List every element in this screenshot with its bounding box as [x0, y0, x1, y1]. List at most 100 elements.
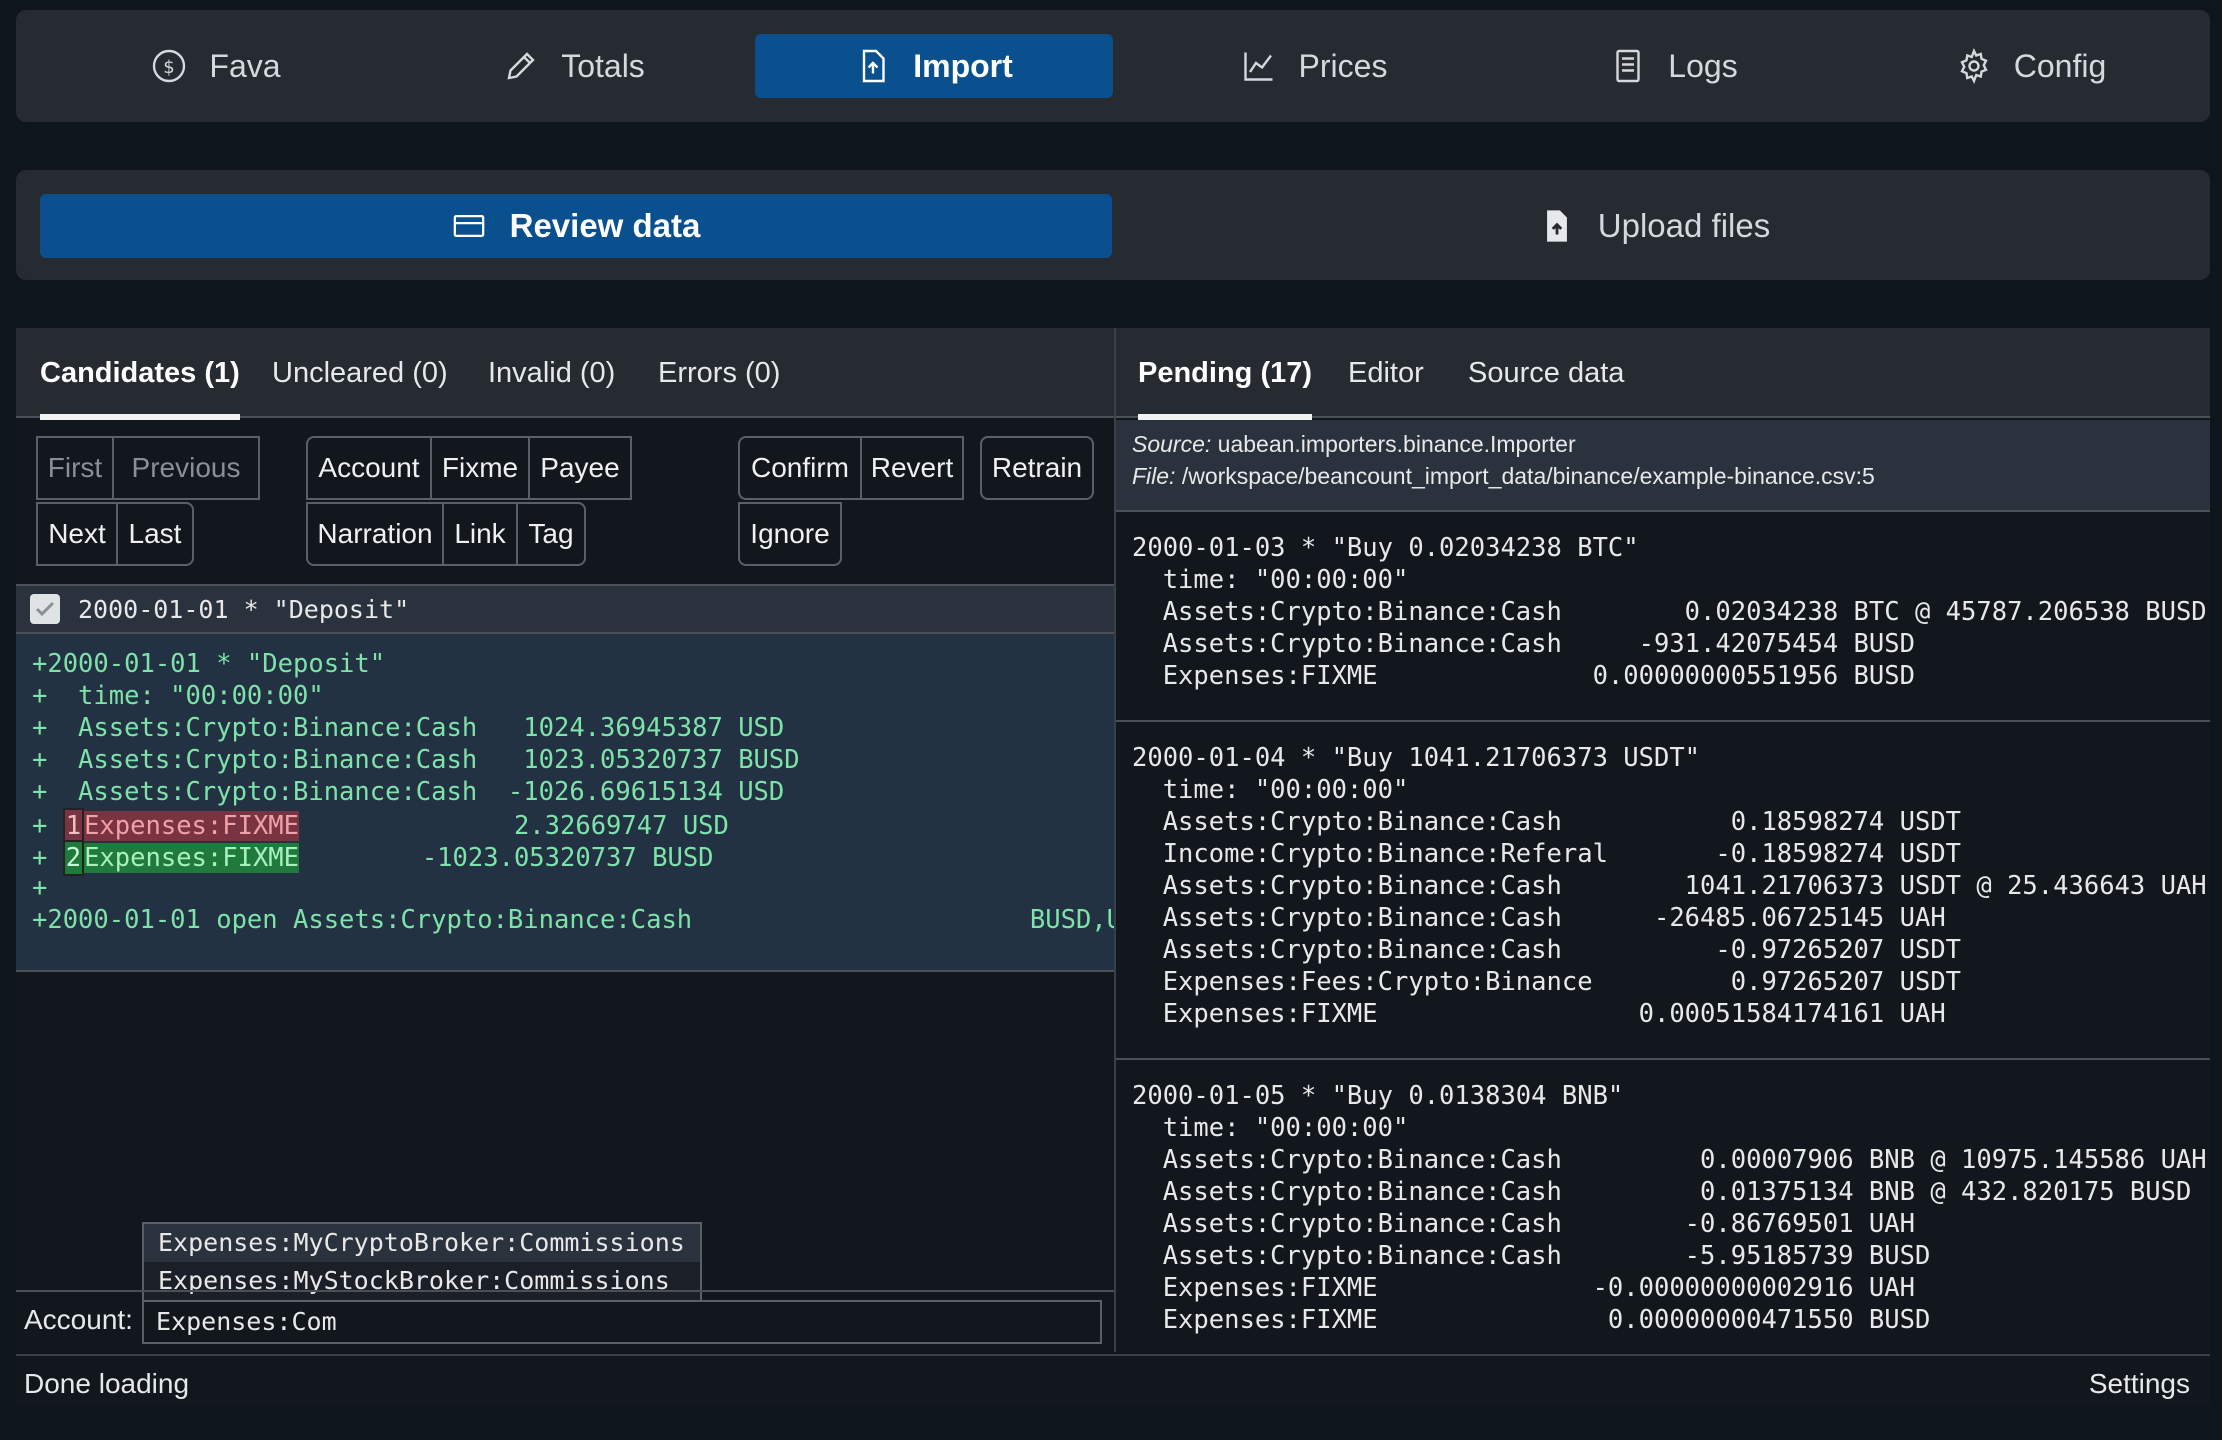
revert-button[interactable]: Revert — [860, 436, 964, 500]
nav-logs[interactable]: Logs — [1494, 34, 1854, 98]
confirm-button[interactable]: Confirm — [738, 436, 860, 500]
entry-line: Income:Crypto:Binance:Referal -0.1859827… — [1132, 839, 1962, 869]
autocomplete-item[interactable]: Expenses:MyCryptoBroker:Commissions — [144, 1224, 700, 1262]
link-button[interactable]: Link — [442, 502, 516, 566]
previous-button[interactable]: Previous — [112, 436, 260, 500]
candidate-header[interactable]: 2000-01-01 * "Deposit" — [16, 584, 1114, 634]
tab-pending[interactable]: Pending (17) — [1138, 328, 1313, 420]
nav-prices[interactable]: Prices — [1134, 34, 1494, 98]
source-info: Source: uabean.importers.binance.Importe… — [1116, 420, 2210, 510]
tag-button[interactable]: Tag — [516, 502, 586, 566]
diff-line: + — [32, 873, 48, 903]
dollar-circle-icon: $ — [153, 49, 186, 83]
field-number-label[interactable]: 2 — [62, 840, 85, 876]
svg-text:$: $ — [164, 57, 175, 78]
diff-line-fixme-2: + 2 Expenses:FIXME -1023.05320737 BUSD — [32, 840, 714, 876]
main-nav: $ Fava Totals Import Prices Logs Config — [16, 10, 2210, 122]
nav-import-label: Import — [913, 47, 1013, 84]
candidate-title: 2000-01-01 * "Deposit" — [78, 594, 410, 624]
entry-line: Expenses:FIXME 0.00000000551956 BUSD — [1132, 661, 1915, 691]
ignore-button[interactable]: Ignore — [738, 502, 842, 566]
file-upload-icon — [1546, 210, 1567, 242]
entry-line: Expenses:FIXME 0.00000000471550 BUSD — [1132, 1305, 1931, 1335]
upload-files-tab[interactable]: Upload files — [1120, 194, 2190, 258]
entry-line: time: "00:00:00" — [1132, 1113, 1409, 1143]
entry-line: Assets:Crypto:Binance:Cash 0.00007906 BN… — [1132, 1145, 2207, 1175]
entry-line: Assets:Crypto:Binance:Cash 0.18598274 US… — [1132, 807, 1962, 837]
document-icon — [1616, 49, 1640, 83]
file-label: File: — [1132, 463, 1176, 489]
review-panel: Candidates (1) Uncleared (0) Invalid (0)… — [16, 328, 2210, 1406]
diff-line: +2000-01-01 * "Deposit" — [32, 649, 386, 679]
candidates-pane: Candidates (1) Uncleared (0) Invalid (0)… — [16, 328, 1137, 1352]
tab-editor[interactable]: Editor — [1348, 328, 1424, 418]
nav-totals-label: Totals — [561, 47, 645, 84]
candidate-diff: +2000-01-01 * "Deposit" + time: "00:00:0… — [16, 634, 1137, 972]
import-subnav: Review data Upload files — [16, 170, 2210, 280]
tab-invalid[interactable]: Invalid (0) — [488, 328, 615, 418]
fixme-account-highlight[interactable]: Expenses:FIXME — [84, 811, 300, 841]
entry-line: Assets:Crypto:Binance:Cash -931.42075454… — [1132, 629, 1915, 659]
pending-entry[interactable]: 2000-01-05 * "Buy 0.0138304 BNB" time: "… — [1116, 1058, 2210, 1352]
status-bar: Done loading Settings — [16, 1354, 2210, 1406]
entry-line: Expenses:FIXME -0.00000000002916 UAH — [1132, 1273, 1915, 1303]
review-data-tab[interactable]: Review data — [40, 194, 1112, 258]
fixme-button[interactable]: Fixme — [430, 436, 528, 500]
field-number-label[interactable]: 1 — [62, 808, 85, 844]
panel-icon — [453, 214, 484, 238]
diff-line: + Assets:Crypto:Binance:Cash 1023.053207… — [32, 745, 800, 775]
nav-logs-label: Logs — [1668, 47, 1738, 84]
diff-prefix: + — [32, 811, 63, 841]
tab-candidates[interactable]: Candidates (1) — [40, 328, 240, 420]
nav-totals[interactable]: Totals — [414, 34, 734, 98]
next-button[interactable]: Next — [36, 502, 116, 566]
tab-source-data[interactable]: Source data — [1468, 328, 1624, 418]
pending-entry[interactable]: 2000-01-03 * "Buy 0.02034238 BTC" time: … — [1116, 510, 2210, 720]
entry-line: Expenses:Fees:Crypto:Binance 0.97265207 … — [1132, 967, 1962, 997]
first-button[interactable]: First — [36, 436, 112, 500]
entry-line: 2000-01-04 * "Buy 1041.21706373 USDT" — [1132, 743, 1701, 773]
tab-errors[interactable]: Errors (0) — [658, 328, 780, 418]
pencil-icon — [507, 52, 535, 80]
entry-line: 2000-01-03 * "Buy 0.02034238 BTC" — [1132, 533, 1639, 563]
gear-icon — [1960, 48, 1988, 84]
payee-button[interactable]: Payee — [528, 436, 632, 500]
tab-uncleared[interactable]: Uncleared (0) — [272, 328, 448, 418]
diff-line: + Assets:Crypto:Binance:Cash 1024.369453… — [32, 713, 785, 743]
narration-button[interactable]: Narration — [306, 502, 442, 566]
source-label: Source: — [1132, 431, 1212, 457]
check-icon — [35, 601, 55, 617]
file-value: /workspace/beancount_import_data/binance… — [1175, 463, 1875, 489]
entry-line: Assets:Crypto:Binance:Cash 0.01375134 BN… — [1132, 1177, 2192, 1207]
diff-line: + Assets:Crypto:Binance:Cash -1026.69615… — [32, 777, 785, 807]
nav-config[interactable]: Config — [1852, 34, 2210, 98]
diff-amount: 2.32669747 USD — [299, 811, 729, 841]
account-input-row: Account: Expenses:Com — [16, 1290, 1114, 1350]
fixme-account-highlight[interactable]: Expenses:FIXME — [84, 843, 300, 873]
pending-entry[interactable]: 2000-01-04 * "Buy 1041.21706373 USDT" ti… — [1116, 720, 2210, 1058]
entry-line: Expenses:FIXME 0.00051584174161 UAH — [1132, 999, 1946, 1029]
nav-prices-label: Prices — [1298, 47, 1388, 84]
nav-fava-label: Fava — [209, 47, 281, 84]
candidate-checkbox[interactable] — [30, 594, 60, 624]
account-input-label: Account: — [24, 1304, 133, 1335]
retrain-button[interactable]: Retrain — [980, 436, 1094, 500]
nav-import[interactable]: Import — [755, 34, 1113, 98]
entry-line: time: "00:00:00" — [1132, 775, 1409, 805]
account-button[interactable]: Account — [306, 436, 430, 500]
pending-pane: Pending (17) Editor Source data Source: … — [1116, 328, 2210, 1352]
last-button[interactable]: Last — [116, 502, 194, 566]
entry-line: Assets:Crypto:Binance:Cash -0.97265207 U… — [1132, 935, 1962, 965]
diff-prefix: + — [32, 843, 63, 873]
entry-line: Assets:Crypto:Binance:Cash -0.86769501 U… — [1132, 1209, 1915, 1239]
source-value: uabean.importers.binance.Importer — [1211, 431, 1576, 457]
settings-button[interactable]: Settings — [2089, 1368, 2190, 1400]
nav-fava[interactable]: $ Fava — [56, 34, 376, 98]
diff-line-fixme-1: + 1 Expenses:FIXME 2.32669747 USD — [32, 808, 729, 844]
review-data-label: Review data — [509, 207, 701, 244]
entry-line: Assets:Crypto:Binance:Cash 0.02034238 BT… — [1132, 597, 2207, 627]
diff-amount: -1023.05320737 BUSD — [299, 843, 714, 873]
candidates-tabbar: Candidates (1) Uncleared (0) Invalid (0)… — [16, 328, 1114, 420]
file-line: File: /workspace/beancount_import_data/b… — [1132, 460, 2194, 492]
account-input[interactable]: Expenses:Com — [142, 1300, 1102, 1344]
